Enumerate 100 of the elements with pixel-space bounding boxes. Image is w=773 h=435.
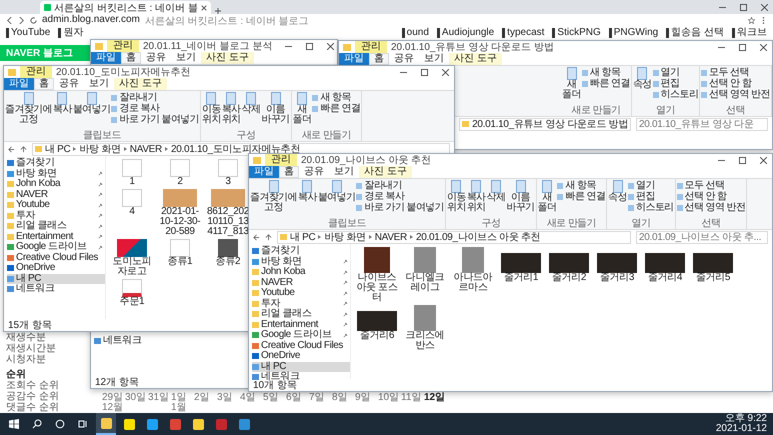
ribbon-tab[interactable]: 파일: [4, 78, 34, 90]
start-icon[interactable]: [9, 419, 19, 429]
document-thumbnail[interactable]: [122, 189, 142, 207]
ribbon-button[interactable]: 삭제: [242, 92, 260, 131]
file-name[interactable]: 도미노피자로고: [109, 257, 155, 277]
ribbon-button[interactable]: 붙여넣기: [72, 92, 110, 131]
ribbon-tab[interactable]: 공유: [299, 166, 329, 178]
nav-item[interactable]: Entertainment: [7, 232, 105, 242]
close-icon[interactable]: [761, 4, 768, 10]
close-icon[interactable]: [327, 42, 334, 50]
ribbon-button[interactable]: 붙여넣기: [318, 180, 356, 219]
nav-item[interactable]: OneDrive: [7, 263, 105, 274]
ribbon-tab[interactable]: 사진 도구: [114, 78, 167, 90]
back-icon[interactable]: [6, 17, 13, 24]
ribbon-tab[interactable]: 파일: [249, 166, 279, 178]
ribbon-tab[interactable]: 홈: [279, 166, 299, 178]
ribbon-tab[interactable]: 보기: [171, 52, 201, 64]
document-thumbnail[interactable]: [122, 159, 142, 177]
ribbon-button[interactable]: 경로 복사: [111, 103, 199, 114]
ribbon-button[interactable]: 선택 안 함: [676, 191, 746, 202]
file-name[interactable]: 종류1: [168, 257, 192, 267]
file-name[interactable]: 종류2: [216, 257, 240, 267]
search-field[interactable]: 20.01.09_나이브스 아웃 추...: [636, 230, 768, 244]
file-name[interactable]: 줄거리4: [648, 273, 682, 283]
close-icon[interactable]: [442, 68, 449, 76]
nav-item[interactable]: 네트워크: [7, 284, 105, 294]
sidebar-link[interactable]: 재생시간분: [6, 343, 88, 354]
nav-item[interactable]: Entertainment: [252, 320, 350, 330]
nav-item[interactable]: NAVER: [252, 278, 350, 288]
ribbon-button[interactable]: 새 항목: [557, 180, 606, 191]
search-icon[interactable]: [32, 419, 42, 429]
maximize-icon[interactable]: [740, 4, 747, 10]
ribbon-button[interactable]: 이동 위치: [202, 92, 221, 131]
maximize-icon[interactable]: [306, 42, 314, 50]
bookmark-link[interactable]: YouTube: [6, 28, 50, 38]
path-bar[interactable]: 내 PC 바탕 화면 NAVER 20.01.09_나이브스 아웃 추천: [277, 230, 631, 244]
ribbon-button[interactable]: 경로 복사: [356, 191, 444, 202]
ribbon-button[interactable]: 바로 가기 붙여넣기: [111, 114, 199, 125]
ribbon-button[interactable]: 잘라내기: [111, 92, 199, 103]
nav-item[interactable]: 바탕 화면: [7, 168, 105, 179]
sidebar-link[interactable]: 댓글수 순위: [6, 402, 88, 413]
close-icon[interactable]: [200, 4, 207, 10]
bookmark-link[interactable]: 뭔자: [58, 28, 84, 38]
back-icon[interactable]: [253, 234, 260, 240]
ribbon-button[interactable]: 새 항목: [582, 67, 630, 78]
ribbon-button[interactable]: 삭제: [486, 180, 506, 219]
sidebar-link[interactable]: 공감수 순위: [6, 391, 88, 402]
ribbon-button[interactable]: 히스토리: [652, 89, 698, 100]
nav-item[interactable]: Google 드라이브: [252, 330, 350, 340]
ribbon-button[interactable]: 빠른 연결: [557, 191, 606, 202]
nav-item[interactable]: Youtube: [252, 288, 350, 298]
ribbon-button[interactable]: 새 폴더: [538, 180, 556, 219]
forward-icon[interactable]: [18, 17, 25, 24]
ribbon-button[interactable]: 열기: [628, 180, 674, 191]
ribbon-button[interactable]: 편집: [652, 78, 698, 89]
ribbon-button[interactable]: 빠른 연결: [312, 103, 360, 114]
ribbon-tab[interactable]: 사진 도구: [201, 52, 254, 64]
ribbon-button[interactable]: 선택 안 함: [701, 78, 770, 89]
maximize-icon[interactable]: [421, 68, 428, 76]
ribbon-tab[interactable]: 파일: [91, 52, 121, 64]
ribbon-button[interactable]: 열기: [652, 67, 698, 78]
nav-item[interactable]: 내 PC: [252, 362, 350, 372]
ribbon-button[interactable]: 잘라내기: [356, 180, 444, 191]
ribbon-button[interactable]: 빠른 연결: [582, 78, 630, 89]
taskbar-app[interactable]: [96, 413, 116, 435]
nav-item[interactable]: Youtube: [7, 200, 105, 210]
up-icon[interactable]: [265, 234, 272, 240]
circle-icon[interactable]: [55, 419, 65, 429]
ribbon-tab[interactable]: 사진 도구: [359, 166, 412, 178]
file-name[interactable]: 줄거리1: [504, 273, 538, 283]
browser-tab[interactable]: 서른살의 버킷리스트 : 네이버 블: [40, 1, 211, 14]
maximize-icon[interactable]: [739, 156, 746, 164]
ribbon-button[interactable]: 이름 바꾸기: [506, 180, 535, 219]
nav-item[interactable]: 네트워크: [94, 336, 192, 346]
file-name[interactable]: 주문1: [120, 297, 144, 307]
nav-item[interactable]: 내 PC: [7, 274, 105, 284]
ribbon-button[interactable]: 이동 위치: [447, 180, 466, 219]
nav-item[interactable]: Creative Cloud Files: [7, 252, 105, 263]
file-name[interactable]: 3: [225, 177, 231, 187]
file-name[interactable]: 4: [129, 207, 135, 217]
ribbon-button[interactable]: 새 폴더: [292, 92, 312, 131]
ribbon-button[interactable]: 복사 위치: [466, 180, 486, 219]
ribbon-tab[interactable]: 홈: [34, 78, 54, 90]
ribbon-tab[interactable]: 사진 도구: [449, 53, 502, 65]
nav-item[interactable]: 투자: [252, 298, 350, 309]
menu-icon[interactable]: [760, 17, 767, 24]
ribbon-button[interactable]: 히스토리: [628, 202, 674, 213]
path-bar[interactable]: 20.01.10_유튜브 영상 다운로드 방법: [459, 118, 631, 130]
ribbon-tab[interactable]: 보기: [84, 78, 114, 90]
ribbon-button[interactable]: 복사: [298, 180, 317, 219]
document-thumbnail[interactable]: [122, 279, 142, 297]
reload-icon[interactable]: [30, 17, 37, 24]
file-name[interactable]: 8612_20210110_134117_813: [205, 207, 251, 237]
ribbon-tab[interactable]: 보기: [419, 53, 449, 65]
sidebar-link[interactable]: 조회수 순위: [6, 380, 88, 391]
maximize-icon[interactable]: [739, 44, 746, 50]
file-name[interactable]: 나이브스 아웃 포스터: [354, 273, 400, 303]
ribbon-tab[interactable]: 홈: [121, 52, 141, 64]
nav-item[interactable]: 투자: [7, 210, 105, 221]
file-name[interactable]: 줄거리5: [696, 273, 730, 283]
